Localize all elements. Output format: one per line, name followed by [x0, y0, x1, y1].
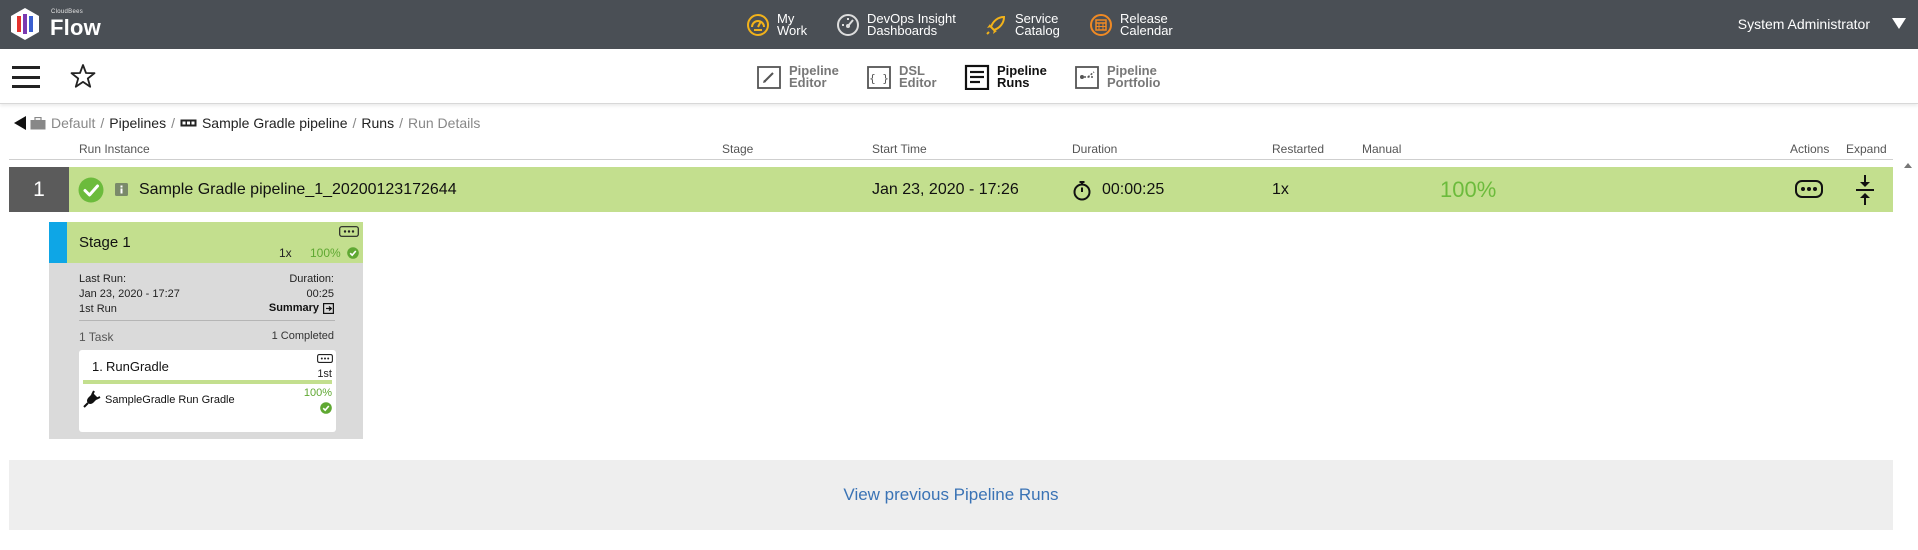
duration-label: Duration:	[289, 273, 334, 285]
column-header-expand: Expand	[1846, 142, 1887, 156]
task-index: 1.	[92, 359, 103, 374]
topnav-release-calendar[interactable]: Release Calendar	[1089, 10, 1173, 40]
last-run-value: Jan 23, 2020 - 17:27	[79, 288, 180, 300]
task-more-icon[interactable]	[317, 354, 333, 363]
summary-label: Summary	[268, 302, 319, 314]
back-arrow-icon[interactable]	[14, 116, 26, 130]
stopwatch-icon	[1073, 181, 1091, 201]
task-name[interactable]: RunGradle	[106, 359, 169, 374]
column-header-run-instance[interactable]: Run Instance	[79, 142, 150, 156]
run-name[interactable]: Sample Gradle pipeline_1_20200123172644	[139, 181, 457, 199]
topnav-service-catalog[interactable]: Service Catalog	[984, 10, 1060, 40]
run-row[interactable]: 1 Sample Gradle pipeline_1_2020012317264…	[9, 167, 1893, 212]
secondary-toolbar: Pipeline Editor { } DSL Editor Pipeline …	[0, 49, 1918, 104]
topnav-my-work[interactable]: My Work	[746, 10, 807, 40]
breadcrumb-separator: /	[171, 115, 175, 131]
run-ordinal: 1st Run	[79, 303, 117, 315]
collapse-icon[interactable]	[1855, 174, 1875, 206]
column-header-duration[interactable]: Duration	[1072, 142, 1117, 156]
brand-name: Flow	[50, 15, 101, 40]
task-progress: 100%	[303, 387, 332, 399]
tab-label: Runs	[997, 75, 1030, 90]
info-icon[interactable]	[115, 183, 128, 196]
dashboard-gauge-icon	[747, 14, 769, 36]
tasks-completed: 1 Completed	[271, 330, 334, 342]
calendar-icon	[1090, 14, 1112, 36]
user-menu-caret-icon[interactable]	[1892, 18, 1906, 29]
rocket-icon	[986, 15, 1006, 35]
tab-pipeline-runs[interactable]: Pipeline Runs	[964, 61, 1047, 93]
run-duration: 00:00:25	[1102, 181, 1165, 198]
speedometer-icon	[837, 14, 859, 36]
pipeline-icon	[180, 119, 197, 127]
stage-accent-bar	[49, 222, 67, 263]
topnav-devops-insight[interactable]: DevOps Insight Dashboards	[836, 10, 956, 40]
cloudbees-logo-icon[interactable]	[8, 7, 42, 41]
task-ordinal: 1st	[317, 368, 332, 380]
breadcrumb-separator: /	[100, 115, 105, 131]
breadcrumb-pipeline[interactable]: Sample Gradle pipeline	[202, 115, 348, 131]
stage-more-icon[interactable]	[339, 226, 359, 237]
view-previous-runs-link[interactable]: View previous Pipeline Runs	[9, 460, 1893, 530]
breadcrumb-runs[interactable]: Runs	[361, 115, 394, 131]
task-card[interactable]: 1. RunGradle 1st SampleGradle Run Gradle…	[79, 350, 336, 432]
tab-label: Editor	[899, 75, 937, 90]
column-header-actions: Actions	[1790, 142, 1830, 156]
runs-table-header: Run Instance Stage Start Time Duration R…	[9, 140, 1893, 160]
run-number: 1	[9, 167, 69, 212]
success-check-icon	[78, 177, 104, 203]
stage-name[interactable]: Stage 1	[79, 234, 131, 251]
breadcrumb-separator: /	[399, 115, 403, 131]
task-success-check-icon	[320, 402, 332, 414]
plugin-icon	[83, 390, 101, 408]
breadcrumb: Default / Pipelines / Sample Gradle pipe…	[14, 115, 480, 131]
last-run-label: Last Run:	[79, 273, 127, 285]
pencil-icon	[757, 66, 781, 89]
column-header-stage[interactable]: Stage	[722, 142, 753, 156]
open-summary-icon	[323, 302, 334, 314]
run-progress: 100%	[1440, 177, 1497, 202]
top-bar: CloudBees Flow My Work DevOps Insight Da…	[0, 0, 1918, 49]
breadcrumb-project[interactable]: Default	[51, 115, 95, 131]
portfolio-icon	[1075, 66, 1099, 89]
column-header-start-time[interactable]: Start Time	[872, 142, 927, 156]
braces-icon: { }	[867, 66, 891, 89]
more-actions-icon[interactable]	[1795, 180, 1823, 198]
task-plugin-label: SampleGradle Run Gradle	[105, 394, 235, 406]
column-header-restarted[interactable]: Restarted	[1272, 142, 1324, 156]
tab-dsl-editor[interactable]: { } DSL Editor	[866, 61, 937, 93]
tab-label: Editor	[789, 75, 827, 90]
scroll-up-arrow-icon[interactable]	[1904, 163, 1912, 168]
topnav-label: Dashboards	[867, 23, 938, 38]
topnav-label: Work	[777, 23, 808, 38]
tab-label: Portfolio	[1107, 75, 1161, 90]
column-header-manual[interactable]: Manual	[1362, 142, 1401, 156]
runs-list-icon	[964, 64, 990, 90]
breadcrumb-separator: /	[352, 115, 357, 131]
tab-pipeline-editor[interactable]: Pipeline Editor	[756, 61, 839, 93]
stage-header[interactable]: Stage 1 1x 100%	[49, 222, 363, 263]
user-menu-name[interactable]: System Administrator	[1738, 16, 1870, 32]
stage-success-check-icon	[347, 247, 359, 259]
stage-progress: 100%	[310, 246, 341, 260]
stage-divider	[79, 320, 335, 321]
duration-value: 00:25	[306, 288, 334, 300]
topnav-label: Catalog	[1015, 23, 1060, 38]
breadcrumb-pipelines[interactable]: Pipelines	[109, 115, 166, 131]
summary-link[interactable]: Summary	[269, 302, 334, 314]
favorite-star-icon[interactable]	[70, 63, 96, 89]
stage-body: Last Run: Jan 23, 2020 - 17:27 1st Run D…	[71, 263, 342, 439]
stage-card: Stage 1 1x 100% Last Run: Jan 23, 2020 -…	[49, 222, 363, 439]
tab-pipeline-portfolio[interactable]: Pipeline Portfolio	[1074, 61, 1160, 93]
hamburger-menu-icon[interactable]	[12, 66, 40, 88]
breadcrumb-current: Run Details	[407, 115, 481, 131]
run-start-time: Jan 23, 2020 - 17:26	[872, 181, 1019, 198]
stage-run-count: 1x	[279, 246, 292, 260]
svg-text:{ }: { }	[869, 72, 889, 85]
run-restarted: 1x	[1272, 181, 1289, 198]
topnav-label: Calendar	[1120, 23, 1173, 38]
briefcase-icon	[30, 116, 46, 129]
task-progress-bar	[83, 380, 332, 384]
task-count: 1 Task	[79, 330, 114, 344]
